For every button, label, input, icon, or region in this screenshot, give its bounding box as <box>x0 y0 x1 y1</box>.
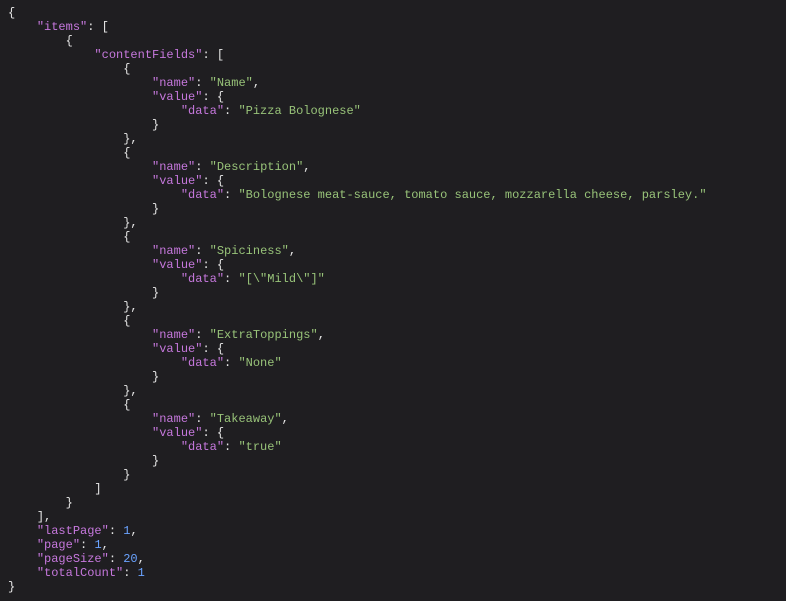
json-code-block: { "items": [ { "contentFields": [ { "nam… <box>0 0 786 601</box>
